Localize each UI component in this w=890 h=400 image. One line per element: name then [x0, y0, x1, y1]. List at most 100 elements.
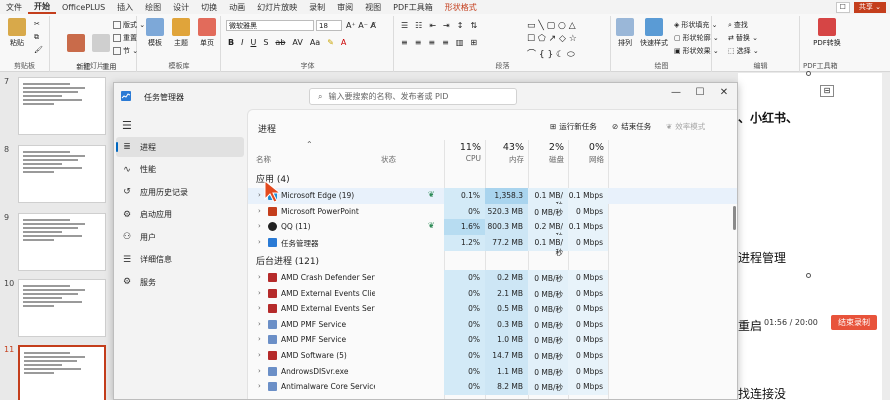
maximize-icon[interactable]: ☐: [692, 87, 708, 98]
columns-icon[interactable]: ▥: [456, 38, 464, 47]
line-spacing-icon[interactable]: ↕: [457, 21, 464, 30]
col-name[interactable]: ⌃ 名称: [248, 140, 378, 168]
menu-tab[interactable]: 审阅: [331, 2, 359, 13]
format-painter-icon[interactable]: 🖌: [34, 46, 43, 54]
expand-chevron-icon[interactable]: ›: [258, 367, 261, 375]
indent-decrease-icon[interactable]: ⇤: [429, 21, 436, 30]
paste-button[interactable]: 粘贴: [4, 18, 30, 48]
col-disk[interactable]: 2% 磁盘: [528, 140, 568, 168]
find-button[interactable]: ⌕ 查找: [728, 20, 748, 30]
table-row[interactable]: › AndrowsDISvr.exe 0% 1.1 MB 0 MB/秒 0 Mbps: [248, 363, 737, 380]
shadow-icon[interactable]: S: [263, 38, 268, 47]
slide-thumbnail[interactable]: [18, 213, 106, 271]
template-button[interactable]: 模板: [142, 18, 168, 48]
quick-styles-button[interactable]: 快速样式: [638, 18, 670, 48]
resize-handle-right[interactable]: [806, 273, 811, 278]
table-row[interactable]: ›AMD External Events Client ...0%2.1 MB0…: [248, 285, 737, 302]
table-row[interactable]: › AMD Crash Defender Service 0%0.2 MB0 MB/…: [248, 270, 737, 286]
single-page-button[interactable]: 单页: [194, 18, 220, 48]
table-row[interactable]: › AMD Software (5) 0% 14.7 MB 0 MB/秒 0 Mbps: [248, 348, 737, 364]
expand-chevron-icon[interactable]: ›: [258, 304, 261, 312]
menu-tab[interactable]: 插入: [111, 2, 139, 13]
menu-tab[interactable]: OfficePLUS: [56, 3, 111, 12]
menu-tab[interactable]: 切换: [195, 2, 223, 13]
vertical-scrollbar[interactable]: [882, 73, 890, 400]
hamburger-icon[interactable]: ☰: [122, 119, 132, 132]
bold-icon[interactable]: B: [228, 38, 234, 47]
replace-button[interactable]: ⇄ 替换 ⌄: [728, 33, 758, 43]
table-row[interactable]: › 任务管理器 1.2% 77.2 MB 0.1 MB/秒 0 Mbps: [248, 235, 737, 257]
expand-chevron-icon[interactable]: ›: [258, 191, 261, 199]
resize-handle-top[interactable]: [806, 71, 811, 76]
expand-chevron-icon[interactable]: ›: [258, 289, 261, 297]
case-icon[interactable]: Aa: [310, 38, 320, 47]
justify-icon[interactable]: ≡: [442, 38, 449, 47]
expand-chevron-icon[interactable]: ›: [258, 320, 261, 328]
theme-button[interactable]: 主题: [168, 18, 194, 48]
end-task-button[interactable]: ⊘ 结束任务: [612, 121, 651, 132]
nav-item[interactable]: ☰ 详细信息: [116, 250, 244, 270]
slide-thumbnail[interactable]: [18, 345, 106, 400]
table-row[interactable]: › Antimalware Core Service 0% 8.2 MB 0 MB/秒 0…: [248, 379, 737, 395]
table-row[interactable]: ›AMD External Events Service...0%0.5 MB0…: [248, 301, 737, 317]
pdf-convert-button[interactable]: PDF转换: [807, 18, 847, 48]
text-direction-icon[interactable]: ⇅: [470, 21, 477, 30]
arrange-button[interactable]: 排列: [612, 18, 638, 48]
expand-chevron-icon[interactable]: ›: [258, 222, 261, 230]
italic-icon[interactable]: I: [241, 38, 243, 47]
font-name-select[interactable]: 微软雅黑: [226, 20, 314, 31]
slide-canvas[interactable]: 、小红书、 进程管理 重启 找连接没 ⊟: [738, 71, 890, 400]
strike-icon[interactable]: ab: [275, 38, 285, 47]
table-row[interactable]: › AMD PMF Service 0% 1.0 MB 0 MB/秒 0 Mbps: [248, 332, 737, 348]
shape-effects-button[interactable]: ▣ 形状效果 ⌄: [674, 46, 719, 56]
comment-button[interactable]: ☐: [835, 1, 850, 13]
menu-tab[interactable]: 动画: [223, 2, 251, 13]
align-center-icon[interactable]: ≡: [415, 38, 422, 47]
shape-fill-button[interactable]: ◈ 形状填充 ⌄: [674, 20, 717, 30]
col-status[interactable]: 状态: [373, 140, 443, 168]
slide-thumbnail[interactable]: [18, 77, 106, 135]
minimize-icon[interactable]: —: [668, 87, 684, 98]
spacing-icon[interactable]: AV: [292, 38, 302, 47]
col-network[interactable]: 0% 网络: [568, 140, 608, 168]
shapes-gallery-2[interactable]: ☐ ⬠ ↗ ◇ ☆: [527, 34, 577, 44]
nav-item[interactable]: ⚙ 服务: [116, 272, 244, 292]
col-memory[interactable]: 43% 内存: [485, 140, 528, 168]
font-color-icon[interactable]: A: [341, 38, 346, 47]
menu-tab[interactable]: PDF工具箱: [387, 2, 439, 13]
section-button[interactable]: 节 ⌄: [113, 46, 138, 56]
menu-tab[interactable]: 开始: [28, 1, 56, 14]
numbering-icon[interactable]: ☷: [415, 21, 422, 30]
menu-tab[interactable]: 视图: [359, 2, 387, 13]
cut-icon[interactable]: ✂: [34, 20, 40, 28]
bullets-icon[interactable]: ☰: [401, 21, 408, 30]
expand-chevron-icon[interactable]: ›: [258, 273, 261, 281]
menu-tab[interactable]: 幻灯片放映: [251, 2, 303, 13]
expand-chevron-icon[interactable]: ›: [258, 351, 261, 359]
table-row[interactable]: ›Microsoft Edge (19)❦0.1%1,358.3 ...0.1 …: [248, 188, 737, 210]
slide-thumbnail[interactable]: [18, 145, 106, 203]
align-left-icon[interactable]: ≡: [401, 38, 408, 47]
nav-item[interactable]: ⚙ 启动应用: [116, 205, 244, 225]
reset-button[interactable]: 重置: [113, 33, 137, 43]
close-icon[interactable]: ✕: [716, 87, 732, 98]
menu-tab[interactable]: 形状格式: [439, 2, 483, 13]
efficiency-mode-button[interactable]: ❦ 效率模式: [666, 121, 705, 132]
select-button[interactable]: ⬚ 选择 ⌄: [728, 46, 759, 56]
nav-item[interactable]: ⚇ 用户: [116, 227, 244, 247]
menu-tab[interactable]: 绘图: [139, 2, 167, 13]
shapes-gallery-3[interactable]: ⌒ { } ☾ ⬭: [527, 47, 575, 60]
menu-tab[interactable]: 文件: [0, 2, 28, 13]
search-input[interactable]: ⌕ 输入要搜索的名称、发布者或 PID: [309, 88, 517, 105]
highlight-icon[interactable]: ✎: [327, 38, 334, 47]
slide-thumbnail[interactable]: [18, 279, 106, 337]
underline-icon[interactable]: U: [250, 38, 256, 47]
table-row[interactable]: › AMD PMF Service 0% 0.3 MB 0 MB/秒 0 Mbps: [248, 316, 737, 333]
copy-icon[interactable]: ⧉: [34, 33, 39, 42]
menu-tab[interactable]: 设计: [167, 2, 195, 13]
grow-font-icon[interactable]: A⁺ A⁻ A̸: [346, 21, 376, 30]
shapes-gallery[interactable]: ▭ ╲ ▢ ○ △: [527, 21, 576, 31]
nav-item[interactable]: ↺ 应用历史记录: [116, 182, 244, 202]
table-row[interactable]: › QQ (11) ❦ 1.6%800.3 MB0.2 MB/秒0.1 Mbps: [248, 219, 737, 241]
expand-chevron-icon[interactable]: ›: [258, 207, 261, 215]
